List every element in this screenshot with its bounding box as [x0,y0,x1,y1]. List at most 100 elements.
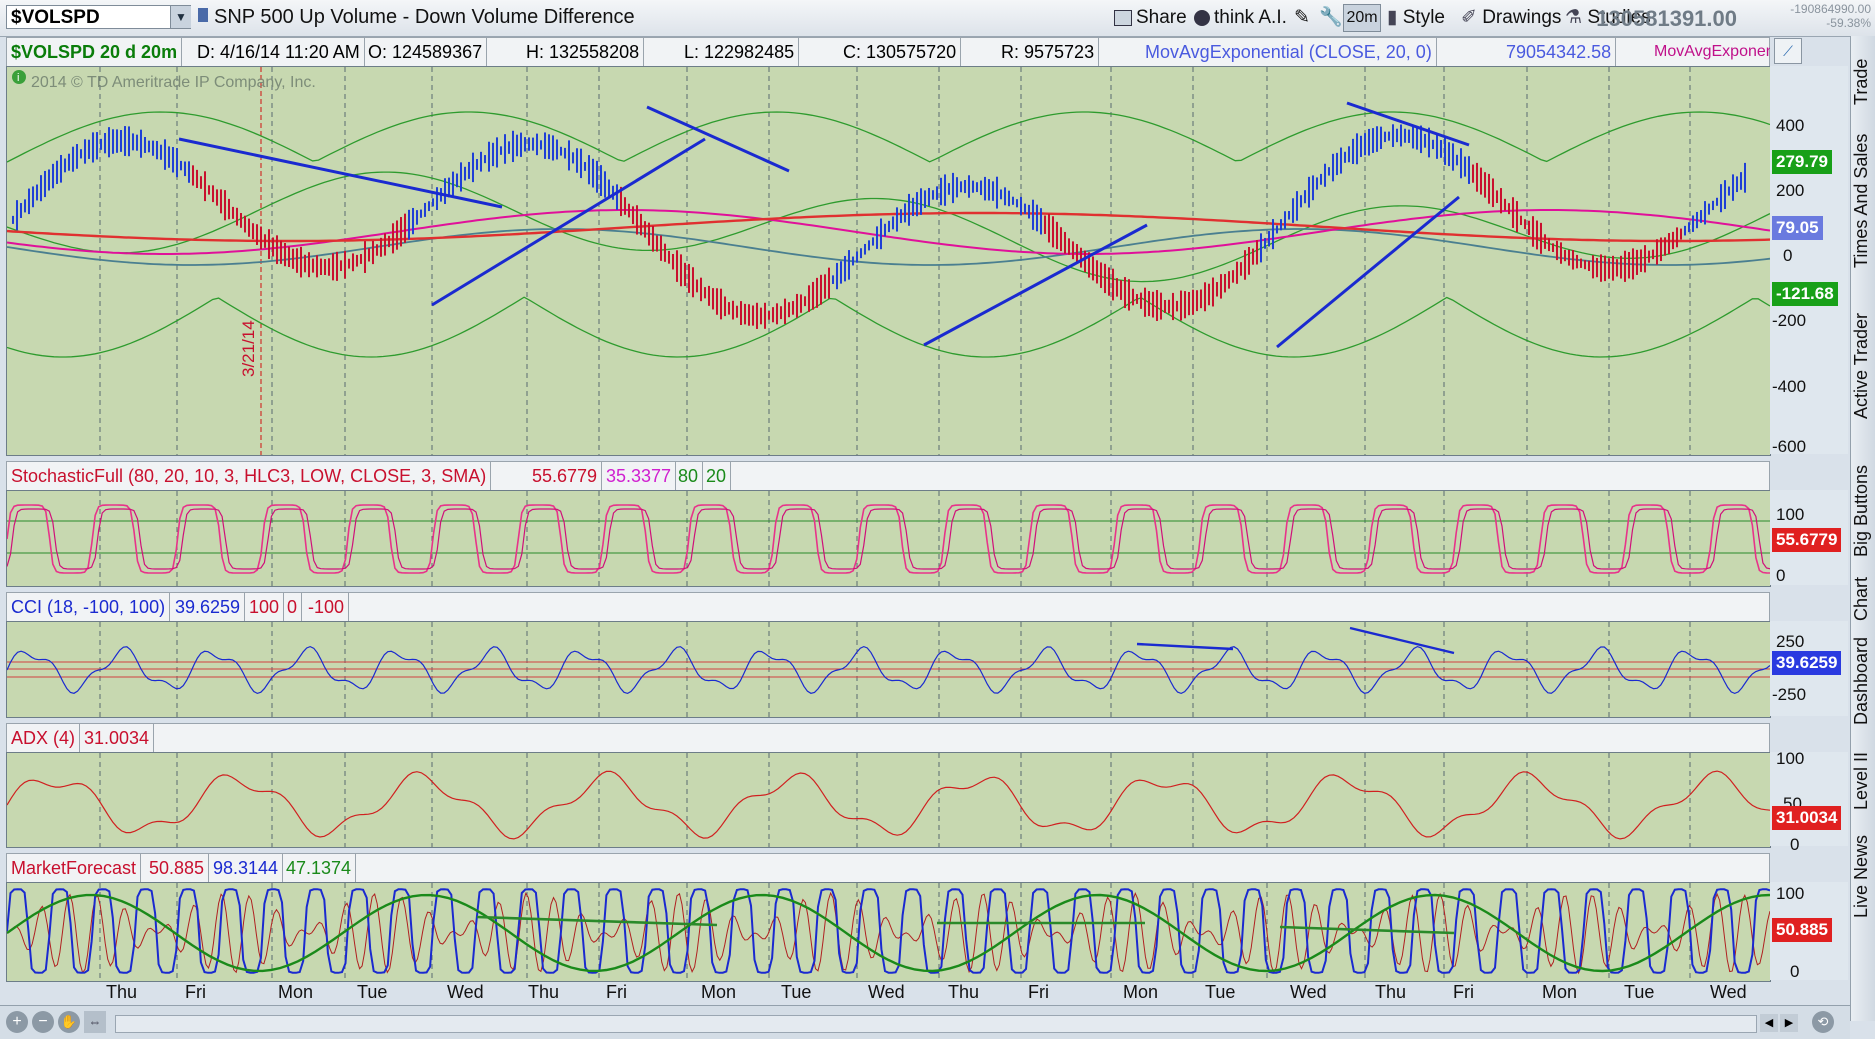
svg-text:i: i [17,72,19,84]
ema20-value: 79054342.58 [1502,38,1617,66]
side-tab[interactable]: Dashboard [1851,626,1875,736]
trend-line[interactable] [476,915,718,927]
adx-header: ADX (4) 31.0034 [6,723,1770,755]
side-tab[interactable]: Trade [1851,42,1875,122]
drawings-button[interactable]: ✐ Drawings [1460,4,1562,32]
share-button[interactable]: Share [1113,4,1188,32]
adx-value: 31.0034 [80,724,155,752]
style-icon: ▮ [1387,7,1398,28]
trend-line[interactable] [1136,642,1234,651]
day-label: Thu [948,982,980,1002]
side-tab[interactable]: Active Trader [1851,286,1875,446]
upper-band-value-box: 279.79 [1772,150,1832,174]
thinkorswim-chart-window: $VOLSPD ▼ SNP 500 Up Volume - Down Volum… [0,0,1875,1039]
zoom-in-icon[interactable]: + [6,1011,28,1033]
price-header-bar: $VOLSPD 20 d 20m D: 4/16/14 11:20 AM O: … [6,37,1770,69]
cci-tick: 250 [1776,632,1805,651]
trend-line[interactable] [1349,626,1455,655]
style-label: Style [1402,7,1445,28]
market-forecast-panel[interactable] [6,882,1771,982]
market-forecast-canvas[interactable] [6,883,1771,981]
drawings-icon: ✐ [1461,7,1477,28]
stochastic-value-box: 55.6779 [1772,528,1842,552]
side-tab[interactable]: Live News [1851,826,1875,926]
think-ai-button[interactable]: think A.I. [1193,4,1288,32]
expand-icon[interactable]: ⇔ [84,1011,106,1033]
scroll-right-icon[interactable]: ▶ [1780,1014,1798,1032]
scroll-left-icon[interactable]: ◀ [1760,1014,1778,1032]
chart-settings-icon[interactable]: ⟋ [1774,38,1802,64]
symbol-link-icon[interactable] [196,5,210,29]
ema20-label[interactable]: MovAvgExponential (CLOSE, 20, 0) [1141,38,1437,66]
symbol-description: SNP 500 Up Volume - Down Volume Differen… [214,6,635,28]
side-tab[interactable]: Level II [1851,746,1875,816]
stochastic-header: StochasticFull (80, 20, 10, 3, HLC3, LOW… [6,461,1770,493]
style-button[interactable]: ▮ Style [1386,4,1446,32]
side-tab[interactable]: Big Buttons [1851,456,1875,566]
price-tick: 0 [1783,246,1793,265]
interval-button[interactable]: 20m [1343,4,1381,32]
date-marker-label: 3/21/14 [239,320,258,377]
info-icon[interactable]: i [11,69,27,90]
cci-lower: -100 [304,593,350,621]
last-price: 130581391.00 [1596,6,1737,31]
zoom-reset-icon[interactable]: ⟲ [1812,1011,1834,1033]
stochastic-k-value: 55.6779 [528,462,603,490]
drawing-tools-icon[interactable]: ✎ [1293,4,1311,32]
price-change: -190864990.00 -59.38% [1790,2,1871,30]
copyright-text: 2014 © TD Ameritrade IP Company, Inc. [31,74,316,91]
symbol-input[interactable]: $VOLSPD [6,5,191,29]
day-label: Thu [1375,982,1407,1002]
price-chart-panel[interactable]: i 2014 © TD Ameritrade IP Company, Inc. … [6,66,1771,456]
think-ai-icon [1194,9,1210,26]
market-forecast-value-box: 50.885 [1772,918,1832,942]
day-label: Wed [447,982,484,1002]
pan-icon[interactable]: ✋ [58,1011,80,1033]
adx-panel[interactable] [6,752,1771,848]
day-label: Fri [185,982,206,1002]
mf-intermediate-line [6,893,1771,973]
cci-header: CCI (18, -100, 100) 39.6259 100 0 -100 [6,592,1770,624]
day-label: Mon [701,982,737,1002]
day-label: Wed [1710,982,1747,1002]
cci-label[interactable]: CCI (18, -100, 100) [7,593,171,621]
day-label: Wed [1290,982,1327,1002]
chart-bottom-bar: + − ✋ ⇔ ◀ ▶ ⟲ [0,1005,1850,1039]
market-forecast-label[interactable]: MarketForecast [7,854,142,882]
zoom-out-icon[interactable]: − [32,1011,54,1033]
cci-panel[interactable] [6,621,1771,718]
stochastic-panel[interactable] [6,490,1771,587]
adx-canvas[interactable] [6,753,1771,847]
day-label: Wed [868,982,905,1002]
lower-band-value-box: -121.68 [1772,282,1838,306]
cci-line [6,645,1771,695]
price-chart-canvas[interactable] [6,67,1771,455]
price-tick: 400 [1776,116,1805,135]
adx-value-box: 31.0034 [1772,806,1842,830]
stochastic-canvas[interactable] [6,491,1771,586]
side-tab[interactable]: Chart [1851,576,1875,621]
bollinger-upper [6,111,1771,163]
cci-canvas[interactable] [6,622,1771,717]
adx-label[interactable]: ADX (4) [7,724,81,752]
bollinger-lower [6,296,1771,358]
market-forecast-header: MarketForecast 50.885 98.3144 47.1374 [6,853,1770,885]
market-forecast-value-2: 98.3144 [209,854,284,882]
stochastic-tick: 100 [1776,505,1805,524]
day-label: Tue [357,982,388,1002]
day-label: Fri [1453,982,1474,1002]
wrench-icon[interactable]: 🔧 [1318,4,1344,32]
symbol-dropdown-icon[interactable]: ▼ [170,6,191,28]
think-ai-label: think A.I. [1214,7,1287,28]
horizontal-scrollbar[interactable] [115,1015,1757,1033]
adx-tick: 100 [1776,749,1805,768]
stochastic-oversold: 20 [702,462,732,490]
price-tick: -400 [1772,377,1807,396]
stochastic-tick: 0 [1776,566,1786,585]
market-forecast-value-1: 50.885 [145,854,210,882]
ema34-label[interactable]: MovAvgExponential (CLOSE, 34, 0) [1650,38,1770,66]
side-tab[interactable]: Times And Sales [1851,126,1875,276]
stochastic-label[interactable]: StochasticFull (80, 20, 10, 3, HLC3, LOW… [7,462,492,490]
price-tick: -200 [1772,311,1807,330]
trend-line[interactable] [1276,195,1460,349]
